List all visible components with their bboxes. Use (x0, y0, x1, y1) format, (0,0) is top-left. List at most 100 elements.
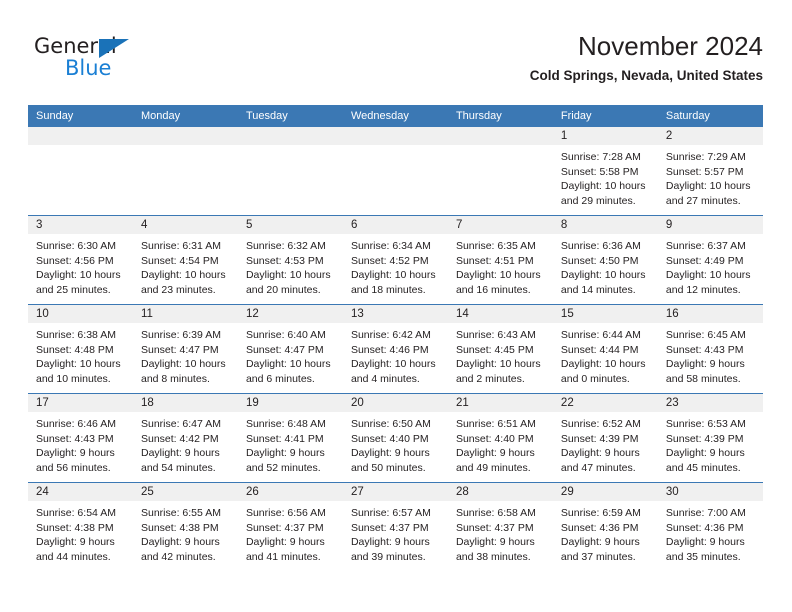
sunrise-text: Sunrise: 7:29 AM (665, 151, 746, 163)
day-cell[interactable]: 5 Sunrise: 6:32 AM Sunset: 4:53 PM Daylight… (237, 215, 343, 305)
day-cell[interactable]: 21 Sunrise: 6:51 AM Sunset: 4:40 PM Dayligh… (447, 393, 553, 483)
sunrise-text: Sunrise: 6:43 AM (455, 329, 536, 341)
day-cell[interactable]: 30 Sunrise: 7:00 AM Sunset: 4:36 PM Dayligh… (657, 482, 763, 571)
day-number: 19 (237, 394, 343, 412)
location-subtitle: Cold Springs, Nevada, United States (529, 68, 763, 83)
day-cell[interactable]: 29 Sunrise: 6:59 AM Sunset: 4:36 PM Dayligh… (552, 482, 658, 571)
day-number: 17 (28, 394, 133, 412)
day-number: 18 (132, 394, 238, 412)
day-number: 23 (657, 394, 763, 412)
day-cell[interactable]: 20 Sunrise: 6:50 AM Sunset: 4:40 PM Dayligh… (342, 393, 448, 483)
sunset-text: Sunset: 4:43 PM (36, 432, 114, 445)
daylight-text: Daylight: 9 hours and 35 minutes. (665, 536, 745, 563)
day-cell[interactable]: 23 Sunrise: 6:53 AM Sunset: 4:39 PM Dayligh… (657, 393, 763, 483)
day-number: 3 (28, 216, 133, 234)
day-number: 28 (447, 483, 553, 501)
day-number: 27 (342, 483, 448, 501)
day-number (342, 127, 448, 145)
day-number (237, 127, 343, 145)
day-cell[interactable] (447, 127, 553, 216)
sunset-text: Sunset: 5:58 PM (560, 165, 639, 178)
daylight-text: Daylight: 9 hours and 47 minutes. (560, 447, 640, 474)
daylight-text: Daylight: 9 hours and 45 minutes. (665, 447, 745, 474)
day-cell[interactable]: 24 Sunrise: 6:54 AM Sunset: 4:38 PM Dayligh… (28, 482, 133, 571)
day-number (447, 127, 553, 145)
sunrise-text: Sunrise: 6:31 AM (140, 240, 221, 252)
daylight-text: Daylight: 10 hours and 10 minutes. (36, 358, 121, 385)
day-cell[interactable]: 8 Sunrise: 6:36 AM Sunset: 4:50 PM Daylight… (552, 215, 658, 305)
day-cell[interactable]: 22 Sunrise: 6:52 AM Sunset: 4:39 PM Dayligh… (552, 393, 658, 483)
day-number: 21 (447, 394, 553, 412)
weekday-header-monday: Monday (132, 105, 238, 127)
week-row: 1 Sunrise: 7:28 AM Sunset: 5:58 PM Daylight… (28, 127, 763, 216)
week-row: 3 Sunrise: 6:30 AM Sunset: 4:56 PM Daylight… (28, 215, 763, 305)
day-cell[interactable] (28, 127, 133, 216)
day-cell[interactable]: 17 Sunrise: 6:46 AM Sunset: 4:43 PM Dayligh… (28, 393, 133, 483)
day-number: 29 (552, 483, 658, 501)
day-number: 12 (237, 305, 343, 323)
day-cell[interactable]: 1 Sunrise: 7:28 AM Sunset: 5:58 PM Daylight… (552, 127, 658, 216)
sunset-text: Sunset: 4:38 PM (140, 521, 219, 534)
day-cell[interactable]: 28 Sunrise: 6:58 AM Sunset: 4:37 PM Dayligh… (447, 482, 553, 571)
sunset-text: Sunset: 4:54 PM (140, 254, 219, 267)
sunrise-text: Sunrise: 6:40 AM (245, 329, 326, 341)
day-cell[interactable]: 4 Sunrise: 6:31 AM Sunset: 4:54 PM Daylight… (132, 215, 238, 305)
sunset-text: Sunset: 4:37 PM (245, 521, 324, 534)
day-number: 26 (237, 483, 343, 501)
day-cell[interactable]: 6 Sunrise: 6:34 AM Sunset: 4:52 PM Daylight… (342, 215, 448, 305)
daylight-text: Daylight: 9 hours and 50 minutes. (350, 447, 430, 474)
day-cell[interactable] (342, 127, 448, 216)
day-cell[interactable]: 18 Sunrise: 6:47 AM Sunset: 4:42 PM Dayligh… (132, 393, 238, 483)
day-cell[interactable]: 26 Sunrise: 6:56 AM Sunset: 4:37 PM Dayligh… (237, 482, 343, 571)
sunrise-text: Sunrise: 6:45 AM (665, 329, 746, 341)
sunrise-text: Sunrise: 6:37 AM (665, 240, 746, 252)
sunset-text: Sunset: 4:44 PM (560, 343, 639, 356)
day-cell[interactable]: 16 Sunrise: 6:45 AM Sunset: 4:43 PM Dayligh… (657, 304, 763, 394)
day-cell[interactable]: 11 Sunrise: 6:39 AM Sunset: 4:47 PM Dayligh… (132, 304, 238, 394)
day-number: 24 (28, 483, 133, 501)
day-cell[interactable]: 27 Sunrise: 6:57 AM Sunset: 4:37 PM Dayligh… (342, 482, 448, 571)
sunrise-text: Sunrise: 6:42 AM (350, 329, 431, 341)
sunset-text: Sunset: 4:45 PM (455, 343, 534, 356)
day-cell[interactable]: 14 Sunrise: 6:43 AM Sunset: 4:45 PM Dayligh… (447, 304, 553, 394)
sunrise-text: Sunrise: 6:32 AM (245, 240, 326, 252)
sunset-text: Sunset: 4:39 PM (560, 432, 639, 445)
day-cell[interactable]: 12 Sunrise: 6:40 AM Sunset: 4:47 PM Dayligh… (237, 304, 343, 394)
sunset-text: Sunset: 4:46 PM (350, 343, 429, 356)
sunset-text: Sunset: 4:43 PM (665, 343, 744, 356)
day-cell[interactable]: 10 Sunrise: 6:38 AM Sunset: 4:48 PM Dayligh… (28, 304, 133, 394)
sunrise-text: Sunrise: 6:54 AM (36, 507, 116, 519)
sunset-text: Sunset: 4:40 PM (455, 432, 534, 445)
day-number: 2 (657, 127, 763, 145)
sunrise-text: Sunrise: 6:47 AM (140, 418, 221, 430)
sunrise-text: Sunrise: 6:55 AM (140, 507, 221, 519)
day-cell[interactable]: 2 Sunrise: 7:29 AM Sunset: 5:57 PM Daylight… (657, 127, 763, 216)
day-cell[interactable]: 25 Sunrise: 6:55 AM Sunset: 4:38 PM Dayligh… (132, 482, 238, 571)
sunrise-text: Sunrise: 6:56 AM (245, 507, 326, 519)
sunrise-text: Sunrise: 6:35 AM (455, 240, 536, 252)
day-cell[interactable]: 3 Sunrise: 6:30 AM Sunset: 4:56 PM Daylight… (28, 215, 133, 305)
day-cell[interactable]: 13 Sunrise: 6:42 AM Sunset: 4:46 PM Dayligh… (342, 304, 448, 394)
weekday-header-tuesday: Tuesday (237, 105, 343, 127)
general-blue-logo[interactable]: General Blue (34, 34, 174, 90)
sunrise-text: Sunrise: 6:38 AM (36, 329, 116, 341)
sunrise-text: Sunrise: 6:59 AM (560, 507, 641, 519)
daylight-text: Daylight: 10 hours and 4 minutes. (350, 358, 436, 385)
day-number: 13 (342, 305, 448, 323)
day-cell[interactable] (132, 127, 238, 216)
weekday-header-row: Sunday Monday Tuesday Wednesday Thursday… (28, 105, 763, 127)
sunrise-text: Sunrise: 6:39 AM (140, 329, 221, 341)
page-title: November 2024 (578, 31, 763, 61)
weekday-header-wednesday: Wednesday (342, 105, 448, 127)
day-cell[interactable]: 9 Sunrise: 6:37 AM Sunset: 4:49 PM Daylight… (657, 215, 763, 305)
week-row: 24 Sunrise: 6:54 AM Sunset: 4:38 PM Dayligh… (28, 482, 763, 571)
day-cell[interactable]: 19 Sunrise: 6:48 AM Sunset: 4:41 PM Dayligh… (237, 393, 343, 483)
day-cell[interactable] (237, 127, 343, 216)
day-cell[interactable]: 15 Sunrise: 6:44 AM Sunset: 4:44 PM Dayligh… (552, 304, 658, 394)
day-number (132, 127, 238, 145)
day-number: 16 (657, 305, 763, 323)
day-number: 6 (342, 216, 448, 234)
sunset-text: Sunset: 4:36 PM (560, 521, 639, 534)
calendar-page: General Blue November 2024 Cold Springs,… (0, 0, 792, 612)
day-cell[interactable]: 7 Sunrise: 6:35 AM Sunset: 4:51 PM Daylight… (447, 215, 553, 305)
